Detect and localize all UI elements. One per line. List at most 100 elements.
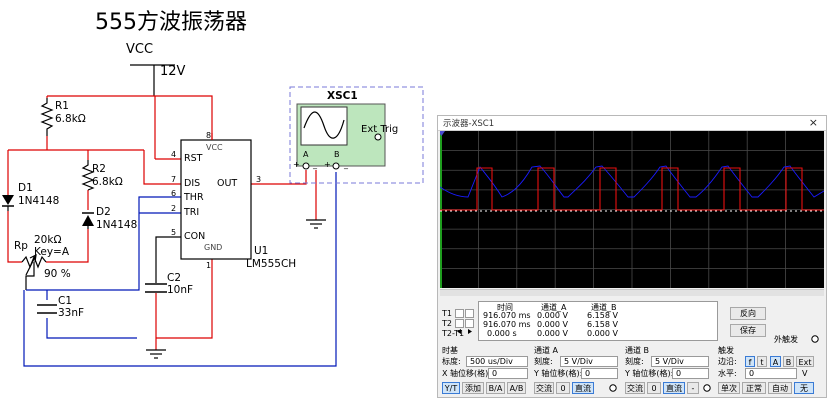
channel-b-minus-button[interactable]: - — [687, 382, 699, 394]
t2-right-arrow-icon[interactable] — [465, 319, 474, 334]
vcc-label: VCC — [126, 42, 154, 57]
t1-right-arrow-icon[interactable] — [465, 309, 474, 324]
xsc1-a-minus: _ — [313, 160, 317, 169]
u1-name: U1 — [254, 245, 269, 257]
channel-a-dc-button[interactable]: 直流 — [572, 382, 594, 394]
channel-b-ypos-label: Y 轴位移(格): — [625, 369, 674, 378]
channel-b-terminal-icon[interactable] — [702, 383, 712, 393]
xsc1-scope-icon[interactable] — [296, 103, 386, 170]
r1-name: R1 — [55, 100, 69, 112]
xsc1-label: XSC1 — [327, 90, 358, 102]
cursor-diff-a: 0.000 V — [537, 329, 568, 338]
pin-con-label: CON — [184, 231, 206, 242]
cursor-row-t2-label: T2 — [442, 319, 452, 328]
ext-trigger-label: 外触发 — [774, 335, 798, 344]
channel-a-ac-button[interactable]: 交流 — [534, 382, 554, 394]
oscilloscope-screen — [440, 131, 824, 288]
pin-dis-label: DIS — [184, 178, 201, 189]
r1-resistor[interactable] — [40, 98, 54, 136]
channel-b-ac-button[interactable]: 交流 — [625, 382, 645, 394]
channel-a-header: 通道 A — [534, 346, 559, 355]
rp-key: Key=A — [34, 246, 70, 258]
mode-ab-button[interactable]: A/B — [507, 382, 526, 394]
pin-out-label: OUT — [217, 178, 238, 189]
vcc-net-wire[interactable] — [7, 95, 317, 339]
r2-name: R2 — [92, 163, 106, 175]
xsc1-a-plus: + — [293, 160, 300, 169]
close-icon[interactable]: × — [809, 116, 818, 129]
timebase-scale-field[interactable]: 500 us/Div — [466, 356, 528, 367]
pin-3-number: 3 — [256, 175, 262, 184]
cursor-diff-b: 0.000 V — [587, 329, 618, 338]
channel-a-scale-field[interactable]: 5 V/Div — [560, 356, 618, 367]
vcc-value: 12V — [160, 64, 186, 79]
xsc1-b-plus: + — [324, 160, 331, 169]
d1-value: 1N4148 — [18, 195, 60, 207]
timebase-xpos-field[interactable]: 0 — [488, 368, 528, 379]
ext-trigger-terminal-icon[interactable] — [810, 334, 820, 344]
channel-a-zero-button[interactable]: 0 — [556, 382, 570, 394]
trigger-auto-button[interactable]: 自动 — [768, 382, 792, 394]
rp-name: Rp — [14, 240, 28, 252]
rp-potentiometer[interactable] — [21, 253, 47, 290]
trigger-source-a-button[interactable]: A — [770, 356, 781, 367]
c1-value: 33nF — [58, 307, 85, 319]
xsc1-a-label: A — [303, 150, 309, 159]
channel-b-dc-button[interactable]: 直流 — [663, 382, 685, 394]
xsc1-b-minus: _ — [344, 160, 348, 169]
timebase-xpos-label: X 轴位移(格): — [442, 369, 491, 378]
c1-capacitor[interactable] — [37, 304, 57, 314]
trigger-level-field[interactable]: 0 — [745, 368, 797, 379]
pin-6-number: 6 — [171, 189, 177, 198]
trigger-level-unit: V — [802, 369, 808, 378]
c1-name: C1 — [58, 295, 73, 307]
channel-a-ypos-field[interactable]: 0 — [581, 368, 618, 379]
pin-vcc-label: VCC — [206, 143, 223, 152]
t1-left-arrow-icon[interactable] — [455, 309, 464, 324]
d1-diode[interactable] — [2, 195, 14, 211]
d2-diode[interactable] — [82, 212, 94, 229]
oscilloscope-window-title: 示波器-XSC1 — [443, 119, 495, 129]
d1-name: D1 — [18, 182, 33, 194]
trigger-none-button[interactable]: 无 — [794, 382, 814, 394]
pin-thr-label: THR — [184, 192, 204, 203]
trigger-header: 触发 — [718, 346, 734, 355]
channel-a-terminal-icon[interactable] — [608, 383, 618, 393]
t2-left-arrow-icon[interactable] — [455, 319, 464, 334]
oscilloscope-window: 示波器-XSC1 × T1 T2 T2-T1 时间 通道_A 通道_B 916.… — [437, 115, 827, 398]
mode-yt-button[interactable]: Y/T — [442, 382, 460, 394]
channel-b-scale-field[interactable]: 5 V/Div — [651, 356, 709, 367]
r1-value: 6.8kΩ — [55, 113, 86, 125]
trigger-source-ext-button[interactable]: Ext — [796, 356, 814, 367]
pin-4-number: 4 — [171, 150, 177, 159]
d2-name: D2 — [96, 206, 111, 218]
channel-b-scale-label: 刻度: — [625, 357, 644, 366]
trigger-normal-button[interactable]: 正常 — [742, 382, 766, 394]
cursor-diff-time: 0.000 s — [487, 329, 517, 338]
c2-name: C2 — [167, 272, 182, 284]
pin-7-number: 7 — [171, 175, 177, 184]
timebase-header: 时基 — [442, 346, 458, 355]
trigger-source-b-button[interactable]: B — [783, 356, 794, 367]
save-button[interactable]: 保存 — [730, 324, 766, 337]
trigger-single-button[interactable]: 单次 — [718, 382, 740, 394]
channel-b-zero-button[interactable]: 0 — [647, 382, 661, 394]
reverse-button[interactable]: 反向 — [730, 307, 766, 320]
pin-tri-label: TRI — [184, 207, 200, 218]
pin-rst-label: RST — [184, 153, 203, 164]
rp-percent: 90 % — [44, 268, 71, 280]
trigger-falling-edge-button[interactable]: t — [757, 356, 767, 367]
screen-scrollbar[interactable] — [440, 289, 824, 296]
xsc1-b-label: B — [334, 150, 340, 159]
pin-8-number: 8 — [206, 131, 212, 140]
mode-ba-button[interactable]: B/A — [486, 382, 505, 394]
d2-value: 1N4148 — [96, 219, 138, 231]
channel-b-ypos-field[interactable]: 0 — [672, 368, 709, 379]
trigger-rising-edge-button[interactable]: f — [745, 356, 755, 367]
pin-2-number: 2 — [171, 204, 177, 213]
trigger-edge-label: 边沿: — [718, 357, 737, 366]
mode-add-button[interactable]: 添加 — [462, 382, 484, 394]
c2-value: 10nF — [167, 284, 194, 296]
oscilloscope-titlebar[interactable]: 示波器-XSC1 × — [438, 116, 826, 131]
cursor-readout-table: 时间 通道_A 通道_B 916.070 ms 0.000 V 6.158 V … — [478, 301, 718, 341]
